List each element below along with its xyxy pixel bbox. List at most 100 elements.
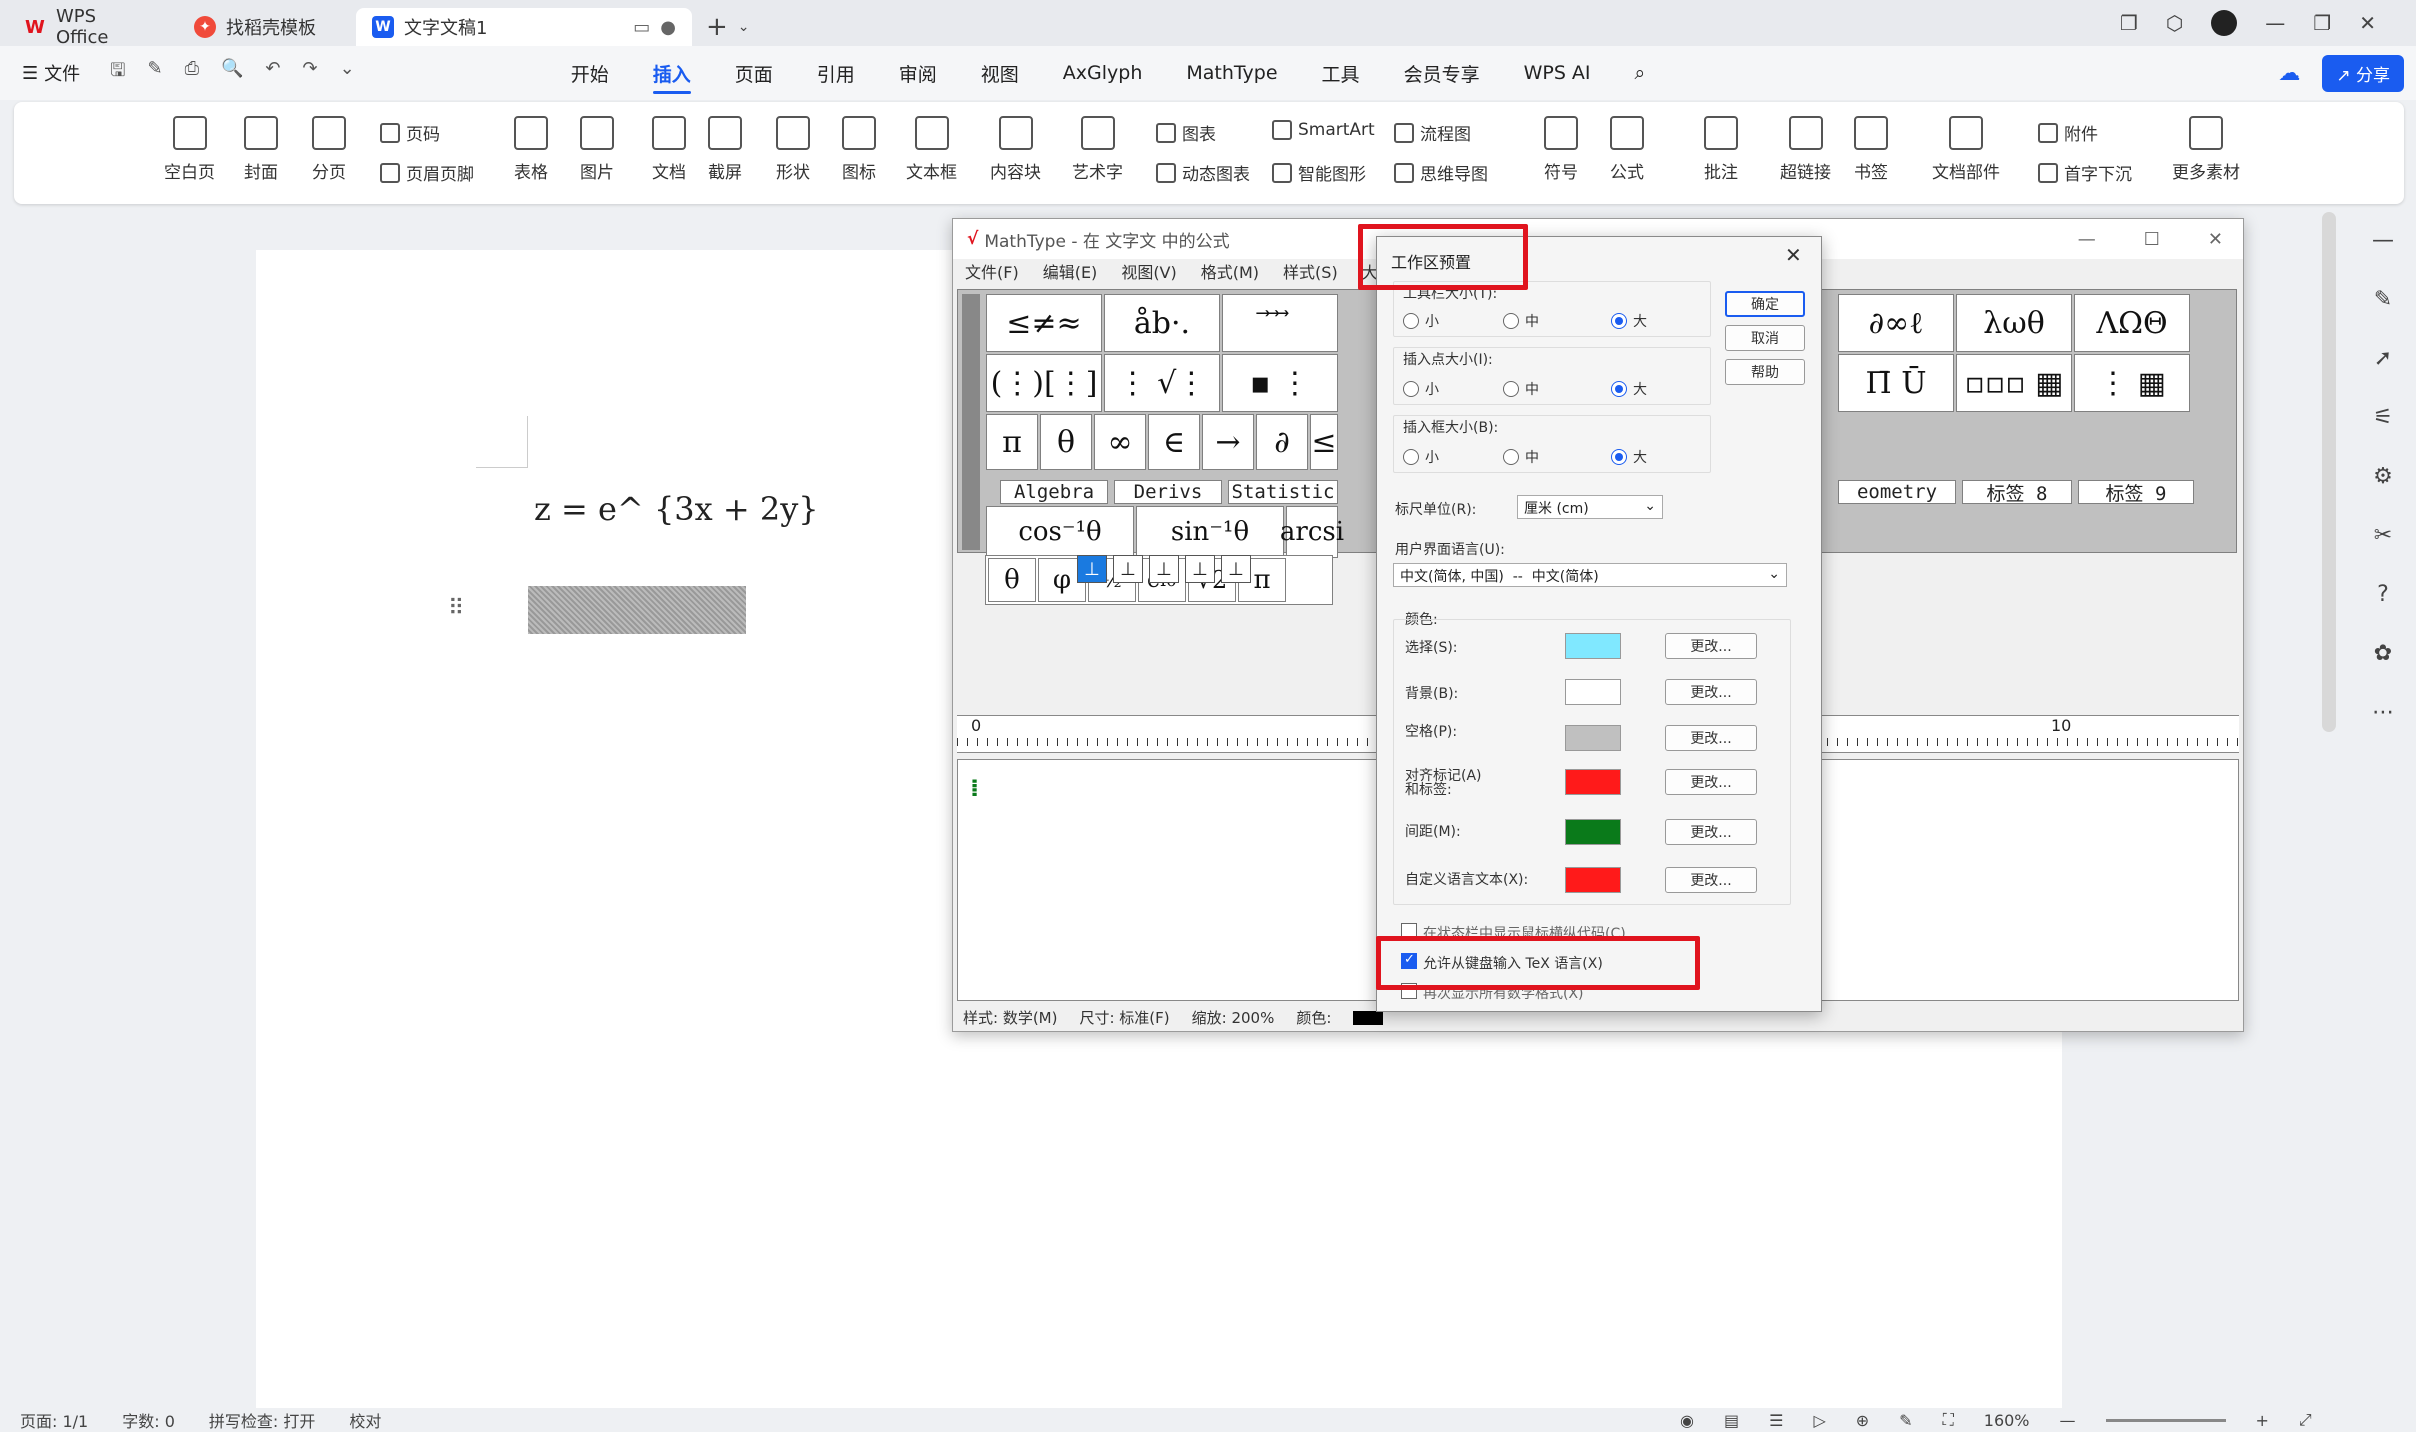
drag-handle-icon[interactable]: ⠿ [448,596,464,621]
bookmark-button[interactable]: 书签 [1854,116,1888,183]
blank-page-button[interactable]: 空白页 [164,116,215,183]
play-icon[interactable]: ▷ [1813,1411,1825,1430]
mt-menu-file[interactable]: 文件(F) [953,259,1031,285]
page-number-button[interactable]: 页码 [380,120,440,145]
minimize-icon[interactable]: — [2265,11,2285,35]
dialog-close-icon[interactable]: ✕ [1785,243,1802,267]
gift-icon[interactable]: ✿ [2374,641,2392,666]
insert-box-medium[interactable]: 中 [1503,447,1539,467]
mindmap-button[interactable]: 思维导图 [1394,160,1488,185]
decimal-tab-icon[interactable]: ⊥ [1221,555,1251,583]
close-icon[interactable]: ✕ [2208,229,2223,250]
fractions-palette[interactable]: ⋮ √⋮ [1104,354,1220,412]
smart-shape-button[interactable]: 智能图形 [1272,160,1366,185]
page-break-button[interactable]: 分页 [312,116,346,183]
menu-insert[interactable]: 插入 [631,46,713,100]
zoom-out-icon[interactable]: — [2060,1411,2076,1430]
insert-point-medium[interactable]: 中 [1503,379,1539,399]
embellish-palette[interactable]: ⃗ ⃗ ⃗ [1222,294,1338,352]
menu-page[interactable]: 页面 [713,46,795,100]
mt-color-swatch[interactable] [1353,1011,1384,1025]
operators-palette[interactable]: ∂∞ℓ [1838,294,1954,352]
change-align-color-button[interactable]: 更改... [1665,769,1757,795]
change-spacing-color-button[interactable]: 更改... [1665,819,1757,845]
formula-button[interactable]: 公式 [1610,116,1644,183]
word-count[interactable]: 字数: 0 [122,1408,175,1432]
proofread[interactable]: 校对 [349,1408,381,1432]
table-button[interactable]: 表格 [514,116,548,183]
arcsin-word-template[interactable]: arcsi [1280,506,1344,558]
vertical-scrollbar[interactable] [2322,212,2336,732]
mt-menu-format[interactable]: 格式(M) [1189,259,1271,285]
flowchart-button[interactable]: 流程图 [1394,120,1471,145]
equation-text[interactable]: z = e^ {3x + 2y} [534,490,819,528]
insert-point-large[interactable]: 大 [1611,379,1647,399]
empty-color-swatch[interactable] [1565,725,1621,751]
templates-palette[interactable]: ⋮ ▦ [2074,354,2190,412]
mt-menu-view[interactable]: 视图(V) [1109,259,1188,285]
tab-geometry[interactable]: eometry [1838,480,1956,504]
save-icon[interactable]: 🖫 [110,58,125,88]
content-block-button[interactable]: 内容块 [990,116,1041,183]
wordart-button[interactable]: 艺术字 [1072,116,1123,183]
help-button[interactable]: 帮助 [1725,359,1805,385]
ruler-unit-select[interactable]: 厘米 (cm) ⌄ [1517,495,1663,519]
zoom-level[interactable]: 160% [1984,1411,2030,1430]
partial-button[interactable]: ∂ [1256,414,1308,470]
pointer-icon[interactable]: ➚ [2374,346,2392,371]
cancel-button[interactable]: 取消 [1725,325,1805,351]
symbol-button[interactable]: 符号 [1544,116,1578,183]
tab-statistics[interactable]: Statistic [1228,480,1338,504]
tab-wps-office[interactable]: W WPS Office [8,6,170,48]
ai-icon[interactable]: ⚙ [2373,464,2393,489]
menu-review[interactable]: 审阅 [877,46,959,100]
tab-label-8[interactable]: 标签 8 [1962,480,2072,505]
theta-button[interactable]: θ [1040,414,1092,470]
smartart-button[interactable]: SmartArt [1272,120,1375,140]
help-icon[interactable]: ? [2377,582,2389,607]
adjust-icon[interactable]: ⚟ [2373,405,2393,430]
greek-lower-palette[interactable]: λωθ [1956,294,2072,352]
spell-check[interactable]: 拼写检查: 打开 [209,1408,315,1432]
cube-icon[interactable]: ⬡ [2166,11,2183,35]
more-assets-button[interactable]: 更多素材 [2172,116,2240,183]
page-view-icon[interactable]: ▤ [1724,1411,1739,1430]
tab-algebra[interactable]: Algebra [1000,480,1108,504]
undo-icon[interactable]: ↶ [265,58,280,88]
ok-button[interactable]: 确定 [1725,291,1805,317]
print-icon[interactable]: ⎙ [185,58,199,88]
close-icon[interactable]: ✕ [2359,11,2376,35]
more-dropdown-icon[interactable]: ⌄ [340,58,355,88]
insert-box-small[interactable]: 小 [1403,447,1439,467]
change-selection-color-button[interactable]: 更改... [1665,633,1757,659]
chevron-down-icon[interactable]: ⌄ [738,8,750,46]
zoom-slider[interactable] [2105,1418,2226,1422]
header-footer-button[interactable]: 页眉页脚 [380,160,474,185]
tab-template[interactable]: ✦ 找稻壳模板 [178,8,348,46]
menu-view[interactable]: 视图 [959,46,1041,100]
monitor-icon[interactable]: ▭ [633,17,650,38]
toolbar-size-large[interactable]: 大 [1611,311,1647,331]
matrices-palette[interactable]: ▫▫▫ ▦ [1956,354,2072,412]
leq-button[interactable]: ≤ [1310,414,1338,470]
theta-template[interactable]: θ [988,558,1036,602]
window-list-icon[interactable]: ❐ [2120,11,2138,35]
share-button[interactable]: ↗ 分享 [2322,54,2404,92]
tab-derivs[interactable]: Derivs [1114,480,1222,504]
cloud-upload-icon[interactable]: ☁ [2278,61,2300,86]
restore-icon[interactable]: ❐ [2313,11,2331,35]
align-color-swatch[interactable] [1565,769,1621,795]
change-empty-color-button[interactable]: 更改... [1665,725,1757,751]
cover-button[interactable]: 封面 [244,116,278,183]
pi-button[interactable]: π [986,414,1038,470]
comment-button[interactable]: 批注 [1704,116,1738,183]
mt-menu-edit[interactable]: 编辑(E) [1031,259,1110,285]
right-tab-icon[interactable]: ⊥ [1149,555,1179,583]
infinity-button[interactable]: ∞ [1094,414,1146,470]
fences-palette[interactable]: (⋮)[⋮] [986,354,1102,412]
outline-icon[interactable]: ☰ [1769,1411,1783,1430]
maximize-icon[interactable]: ☐ [2144,229,2160,250]
arccos-template[interactable]: cos⁻¹θ [986,506,1134,558]
relational-tab-icon[interactable]: ⊥ [1185,555,1215,583]
hyperlink-button[interactable]: 超链接 [1780,116,1831,183]
